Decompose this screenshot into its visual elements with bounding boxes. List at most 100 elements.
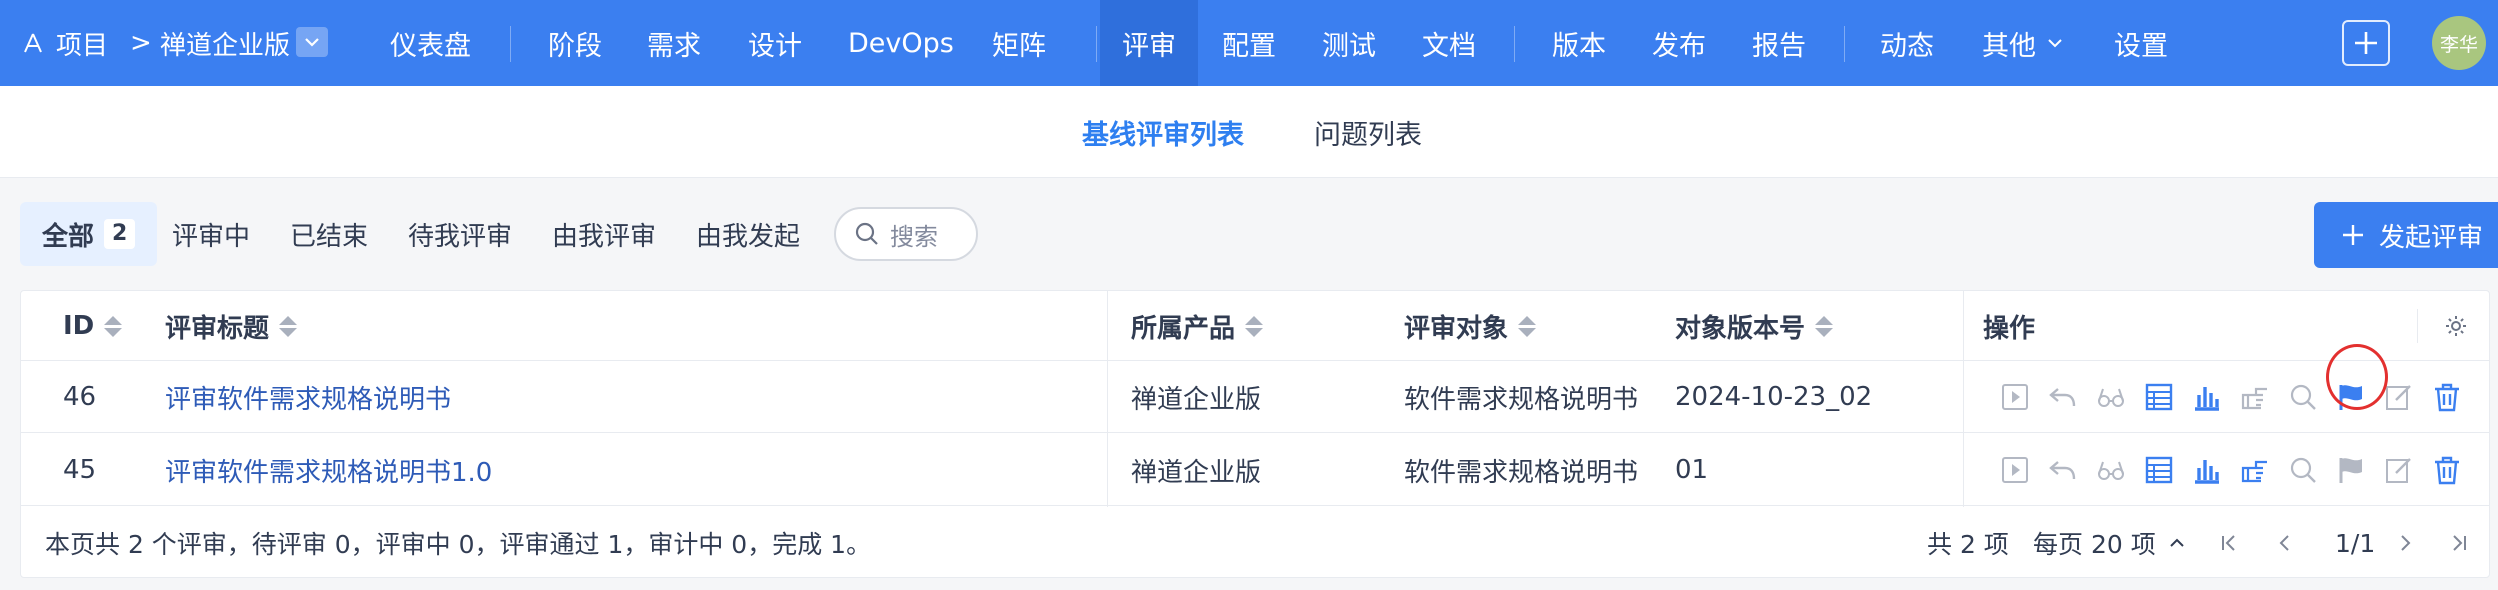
next-page-button[interactable] <box>2391 529 2419 557</box>
first-page-icon <box>2222 535 2235 551</box>
nav-divider <box>1844 26 1845 62</box>
play-action-button[interactable] <box>1991 434 2039 506</box>
nav-more[interactable]: 其他 <box>1982 0 2064 86</box>
report-table-action-button[interactable] <box>2135 434 2183 506</box>
search-icon <box>855 222 878 245</box>
bar-chart-action-button[interactable] <box>2183 361 2231 433</box>
trash-action-button[interactable] <box>2423 434 2471 506</box>
trash-action-button[interactable] <box>2423 361 2471 433</box>
filter-tab-wait-my-review[interactable]: 待我评审 <box>408 202 512 266</box>
tab-issue-list[interactable]: 问题列表 <box>1314 86 1422 178</box>
hand-point-action-button[interactable] <box>2231 361 2279 433</box>
filter-tab-all-label: 全部 <box>42 221 95 252</box>
nav-requirement[interactable]: 需求 <box>647 0 701 86</box>
trash-icon <box>2435 383 2459 412</box>
footer-summary: 本页共 2 个评审，待评审 0，评审中 0，评审通过 1，审计中 0，完成 1。 <box>45 530 872 559</box>
play-icon <box>2002 384 2028 410</box>
cell-version: 2024-10-23_02 <box>1675 382 1873 412</box>
chevron-right-icon <box>2401 535 2411 551</box>
search-icon <box>2290 457 2316 483</box>
cell-version: 01 <box>1675 455 1709 485</box>
column-object[interactable]: 评审对象 <box>1404 291 1537 361</box>
nav-build[interactable]: 版本 <box>1552 0 1606 86</box>
column-version[interactable]: 对象版本号 <box>1675 291 1834 361</box>
column-title[interactable]: 评审标题 <box>165 291 298 361</box>
table-settings-button[interactable] <box>2441 311 2471 341</box>
nav-release[interactable]: 发布 <box>1652 0 1706 86</box>
nav-config[interactable]: 配置 <box>1222 0 1276 86</box>
filter-tab-reviewed-by-me[interactable]: 由我评审 <box>552 202 656 266</box>
nav-dynamic[interactable]: 动态 <box>1880 0 1934 86</box>
nav-report[interactable]: 报告 <box>1752 0 1806 86</box>
sort-icon <box>279 315 298 337</box>
search-action-button[interactable] <box>2279 361 2327 433</box>
nav-dashboard[interactable]: 仪表盘 <box>390 0 471 86</box>
nav-matrix[interactable]: 矩阵 <box>992 0 1046 86</box>
breadcrumb-root-label: 项目 <box>56 30 109 61</box>
column-actions: 操作 <box>1983 313 2036 344</box>
project-icon <box>24 33 42 53</box>
column-version-label: 对象版本号 <box>1675 313 1806 344</box>
first-page-button[interactable] <box>2215 529 2243 557</box>
search-action-button[interactable] <box>2279 434 2327 506</box>
filter-tab-finished[interactable]: 已结束 <box>290 202 368 266</box>
report-table-action-button[interactable] <box>2135 361 2183 433</box>
bar-chart-action-button[interactable] <box>2183 434 2231 506</box>
sort-icon <box>1518 315 1537 337</box>
glasses-action-button[interactable] <box>2087 434 2135 506</box>
column-id-label: ID <box>63 311 95 341</box>
cell-title-link[interactable]: 评审软件需求规格说明书1.0 <box>165 434 492 506</box>
cell-product: 禅道企业版 <box>1131 384 1262 415</box>
page-indicator: 1/1 <box>2335 528 2376 558</box>
column-product[interactable]: 所属产品 <box>1131 291 1264 361</box>
nav-test[interactable]: 测试 <box>1322 0 1376 86</box>
per-page-select[interactable]: 每页 20 项 <box>2033 507 2186 579</box>
search-icon <box>2290 384 2316 410</box>
table-row: 46 评审软件需求规格说明书 禅道企业版 软件需求规格说明书 2024-10-23_02 <box>21 361 2489 433</box>
edit-icon <box>2386 385 2411 410</box>
column-title-label: 评审标题 <box>165 313 270 344</box>
nav-divider <box>510 26 511 62</box>
filter-tab-reviewing[interactable]: 评审中 <box>172 202 250 266</box>
bar-chart-icon <box>2195 387 2219 411</box>
glasses-action-button[interactable] <box>2087 361 2135 433</box>
nav-settings[interactable]: 设置 <box>2114 0 2168 86</box>
nav-devops[interactable]: DevOps <box>848 0 954 86</box>
cell-title-link[interactable]: 评审软件需求规格说明书 <box>165 361 451 433</box>
search-placeholder: 搜索 <box>890 222 938 251</box>
flag-icon <box>2339 458 2362 483</box>
undo-icon <box>2049 461 2076 480</box>
glasses-icon <box>2098 461 2124 480</box>
edit-action-button[interactable] <box>2375 434 2423 506</box>
bar-chart-icon <box>2195 460 2219 484</box>
tab-baseline-review-list[interactable]: 基线评审列表 <box>1082 86 1244 178</box>
create-button[interactable] <box>2342 20 2390 66</box>
sort-icon <box>1245 315 1264 337</box>
product-dropdown-button[interactable] <box>296 27 328 57</box>
gear-icon <box>2446 316 2466 336</box>
filter-tab-created-by-me[interactable]: 由我发起 <box>696 202 800 266</box>
last-page-icon <box>2453 535 2466 551</box>
report-table-icon <box>2145 383 2173 411</box>
prev-page-button[interactable] <box>2271 529 2299 557</box>
launch-review-label: 发起评审 <box>2378 222 2483 253</box>
avatar[interactable]: 李华 <box>2432 16 2486 70</box>
undo-action-button[interactable] <box>2039 361 2087 433</box>
filter-bar: 全部 2 评审中 已结束 待我评审 由我评审 由我发起 搜索 发起评审 <box>20 202 2498 268</box>
breadcrumb-root[interactable]: 项目 <box>22 0 108 86</box>
nav-review[interactable]: 评审 <box>1100 0 1198 86</box>
nav-doc[interactable]: 文档 <box>1422 0 1476 86</box>
filter-tab-all[interactable]: 全部 2 <box>20 202 158 266</box>
undo-action-button[interactable] <box>2039 434 2087 506</box>
play-action-button[interactable] <box>1991 361 2039 433</box>
nav-stage[interactable]: 阶段 <box>548 0 602 86</box>
nav-design[interactable]: 设计 <box>748 0 802 86</box>
breadcrumb-product[interactable]: 禅道企业版 <box>160 0 290 86</box>
last-page-button[interactable] <box>2445 529 2473 557</box>
column-id[interactable]: ID <box>63 291 123 361</box>
launch-review-button[interactable]: 发起评审 <box>2314 202 2498 268</box>
hand-point-action-button[interactable] <box>2231 434 2279 506</box>
search-input[interactable]: 搜索 <box>834 207 978 261</box>
flag-action-button[interactable] <box>2327 434 2375 506</box>
edit-icon <box>2386 458 2411 483</box>
